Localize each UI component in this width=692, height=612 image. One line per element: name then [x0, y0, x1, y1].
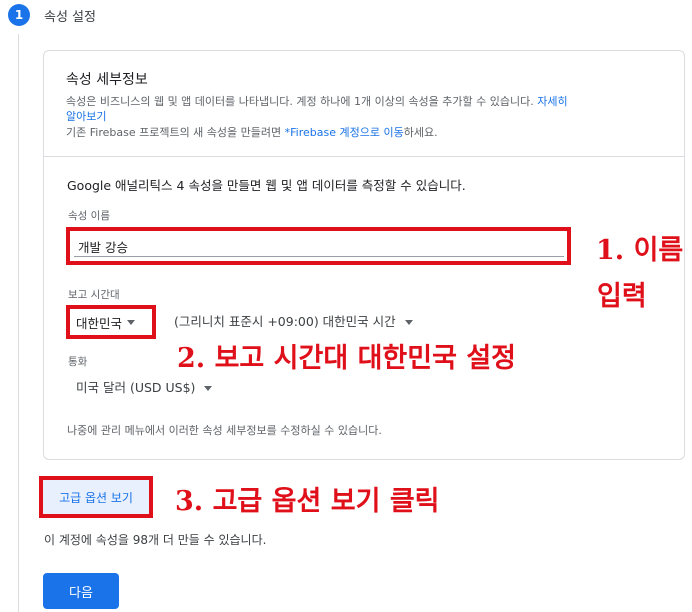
property-name-label: 속성 이름 [68, 210, 110, 222]
property-name-value: 개발 강승 [78, 239, 128, 255]
ga4-intro-text: Google 애널리틱스 4 속성을 만들면 웹 및 앱 데이터를 측정할 수 … [67, 178, 466, 193]
currency-select[interactable]: 미국 달러 (USD US$) [76, 377, 213, 396]
next-button[interactable]: 다음 [43, 573, 119, 609]
advanced-options-button[interactable]: 고급 옵션 보기 [39, 476, 153, 518]
learn-more-link-cont[interactable]: 알아보기 [66, 109, 106, 124]
dropdown-caret-icon [404, 320, 413, 325]
timezone-country-select[interactable]: 대한민국 [66, 305, 156, 339]
dropdown-caret-icon [204, 386, 213, 391]
annotation-1-line1: 1. 이름 [596, 235, 684, 266]
remaining-properties-text: 이 계정에 속성을 98개 더 만들 수 있습니다. [44, 533, 267, 547]
timezone-value: (그리니치 표준시 +09:00) 대한민국 시간 [174, 314, 396, 329]
annotation-1-line2: 입력 [597, 281, 647, 312]
timezone-select[interactable]: (그리니치 표준시 +09:00) 대한민국 시간 [174, 311, 413, 330]
annotation-3: 3. 고급 옵션 보기 클릭 [175, 486, 440, 517]
learn-more-link[interactable]: 자세히 [537, 95, 567, 108]
annotation-2: 2. 보고 시간대 대한민국 설정 [177, 343, 517, 374]
property-name-input[interactable]: 개발 강승 [66, 227, 571, 265]
firebase-note-prefix: 기존 Firebase 프로젝트의 새 속성을 만들려면 [66, 126, 285, 139]
property-description: 속성은 비즈니스의 웹 및 앱 데이터를 나타냅니다. 계정 하나에 1개 이상… [66, 94, 666, 109]
step-title: 속성 설정 [44, 10, 96, 25]
step-number-badge: 1 [8, 4, 30, 26]
description-text: 속성은 비즈니스의 웹 및 앱 데이터를 나타냅니다. 계정 하나에 1개 이상… [66, 95, 534, 108]
dropdown-caret-icon [127, 319, 136, 325]
timezone-label: 보고 시간대 [68, 289, 120, 301]
currency-label: 통화 [68, 356, 88, 368]
timezone-country-value: 대한민국 [76, 315, 123, 331]
firebase-account-link[interactable]: *Firebase 계정으로 이동 [285, 126, 404, 139]
firebase-note-suffix: 하세요. [403, 126, 438, 139]
card-divider [44, 156, 684, 157]
input-underline [74, 256, 564, 257]
firebase-note: 기존 Firebase 프로젝트의 새 속성을 만들려면 *Firebase 계… [66, 125, 438, 140]
currency-value: 미국 달러 (USD US$) [76, 380, 196, 395]
section-title: 속성 세부정보 [66, 72, 148, 88]
edit-later-note: 나중에 관리 메뉴에서 이러한 속성 세부정보를 수정하실 수 있습니다. [67, 424, 382, 437]
step-connector-line [18, 34, 19, 612]
